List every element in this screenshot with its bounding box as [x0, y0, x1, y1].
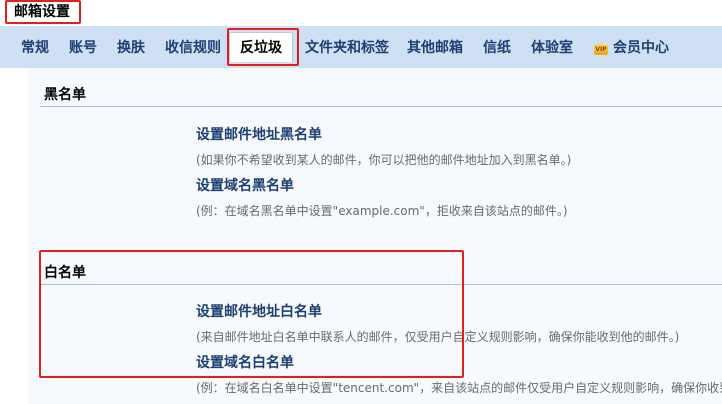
- page-title: 邮箱设置: [14, 4, 70, 20]
- title-bar: 邮箱设置: [0, 0, 722, 26]
- blacklist-section-title: 黑名单: [44, 87, 86, 103]
- tab-folders-labels[interactable]: 文件夹和标签: [305, 37, 389, 59]
- blacklist-address-desc: (如果你不希望收到某人的邮件，你可以把他的邮件地址加入到黑名单。): [196, 153, 572, 167]
- tab-anti-spam[interactable]: 反垃圾: [229, 32, 293, 62]
- tab-account[interactable]: 账号: [69, 37, 97, 59]
- blacklist-divider: [40, 106, 722, 107]
- settings-tabbar: 常规 账号 换肤 收信规则 反垃圾 文件夹和标签 其他邮箱 信纸 体验室 VIP…: [0, 26, 722, 68]
- whitelist-domain-link[interactable]: 设置域名白名单: [196, 352, 294, 372]
- whitelist-divider: [40, 284, 722, 285]
- tab-general[interactable]: 常规: [21, 37, 49, 59]
- whitelist-section-title: 白名单: [44, 265, 86, 281]
- tab-skin[interactable]: 换肤: [117, 37, 145, 59]
- settings-content: [28, 68, 722, 404]
- tab-member-center[interactable]: VIP 会员中心: [594, 37, 669, 59]
- tab-lab[interactable]: 体验室: [531, 37, 573, 59]
- blacklist-address-link[interactable]: 设置邮件地址黑名单: [196, 124, 322, 144]
- whitelist-address-link[interactable]: 设置邮件地址白名单: [196, 301, 322, 321]
- blacklist-domain-link[interactable]: 设置域名黑名单: [196, 175, 294, 195]
- blacklist-domain-desc: (例：在域名黑名单中设置"example.com"，拒收来自该站点的邮件。): [196, 204, 568, 218]
- vip-icon: VIP: [594, 44, 608, 55]
- tab-mail-rules[interactable]: 收信规则: [165, 37, 221, 59]
- tab-other-mailboxes[interactable]: 其他邮箱: [407, 37, 463, 59]
- whitelist-address-desc: (来自邮件地址白名单中联系人的邮件，仅受用户自定义规则影响，确保你能收到他的邮件…: [196, 330, 680, 344]
- tab-stationery[interactable]: 信纸: [483, 37, 511, 59]
- whitelist-domain-desc: (例：在域名白名单中设置"tencent.com"，来自该站点的邮件仅受用户自定…: [196, 381, 722, 395]
